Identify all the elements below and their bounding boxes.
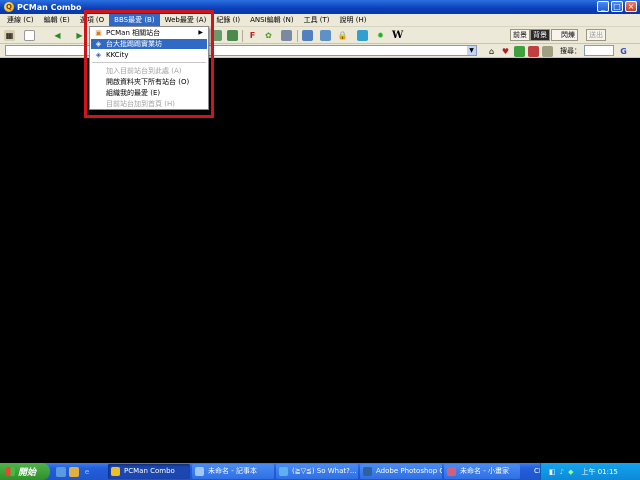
task-list: PCMan Combo 未命名 - 記事本 (≧▽≦) So What?... …: [108, 464, 522, 479]
browser-icon: [279, 467, 288, 476]
menu-history[interactable]: 紀錄 (I): [211, 14, 245, 26]
network-icon[interactable]: ◧: [549, 468, 556, 476]
task-label: PCMan Combo: [124, 467, 175, 475]
lock-icon[interactable]: 🔒: [337, 30, 348, 41]
volume-icon[interactable]: ♪: [560, 468, 564, 476]
task-label: 未命名 - 小畫家: [460, 467, 509, 475]
foreground-button[interactable]: 前景: [510, 29, 530, 41]
window-icon[interactable]: [320, 30, 331, 41]
window-title: PCMan Combo: [17, 2, 82, 12]
menu-connection[interactable]: 連線 (C): [2, 14, 39, 26]
refresh-icon[interactable]: [514, 46, 525, 57]
folder-icon[interactable]: [69, 466, 79, 477]
blink-toggle[interactable]: 閃爍: [551, 29, 578, 41]
maximize-button[interactable]: □: [611, 1, 623, 12]
menu-ansi-edit[interactable]: ANSI編輯 (N): [245, 14, 298, 26]
search-label: 搜尋：: [560, 47, 581, 55]
connect-icon[interactable]: ▦: [4, 30, 15, 41]
send-button[interactable]: 送出: [586, 29, 606, 41]
app-icon: [111, 467, 120, 476]
paint-icon: [447, 467, 456, 476]
gear-icon[interactable]: ✿: [263, 30, 274, 41]
task-label: (≧▽≦) So What?...: [292, 467, 357, 475]
quick-launch: e: [56, 466, 92, 477]
close-button[interactable]: ×: [625, 1, 637, 12]
task-browser[interactable]: (≧▽≦) So What?...: [276, 464, 358, 479]
star-icon[interactable]: ✹: [375, 30, 386, 41]
security-icon[interactable]: ◆: [568, 468, 573, 476]
windows-logo-icon: [6, 467, 15, 476]
photoshop-icon: [363, 467, 372, 476]
grid-icon[interactable]: [281, 30, 292, 41]
favorites-icon[interactable]: ♥: [500, 46, 511, 57]
start-label: 開始: [18, 468, 37, 478]
task-photoshop[interactable]: Adobe Photoshop C...: [360, 464, 442, 479]
save-icon[interactable]: [227, 30, 238, 41]
menu-edit[interactable]: 編輯 (E): [39, 14, 75, 26]
menu-help[interactable]: 說明 (H): [335, 14, 372, 26]
task-notepad[interactable]: 未命名 - 記事本: [192, 464, 274, 479]
status-strip: [0, 454, 640, 463]
google-search-icon[interactable]: G: [618, 46, 629, 57]
taskbar: 開始 e PCMan Combo 未命名 - 記事本 (≧▽≦) So What…: [0, 463, 640, 480]
highlight-annotation-box: [84, 10, 214, 118]
minimize-button[interactable]: _: [597, 1, 609, 12]
task-paint[interactable]: 未命名 - 小畫家: [444, 464, 520, 479]
menu-tools[interactable]: 工具 (T): [299, 14, 335, 26]
new-icon[interactable]: [24, 30, 35, 41]
task-pcman[interactable]: PCMan Combo: [108, 464, 190, 479]
print-icon[interactable]: [542, 46, 553, 57]
app-icon: Q: [4, 2, 14, 12]
monitor-icon[interactable]: [302, 30, 313, 41]
background-button[interactable]: 背景: [530, 29, 550, 41]
terminal-icon[interactable]: [357, 30, 368, 41]
ie-icon[interactable]: e: [82, 467, 92, 477]
system-tray: ◧ ♪ ◆ 上午 01:15: [540, 463, 640, 480]
task-label: Adobe Photoshop C...: [376, 467, 442, 475]
stop-icon[interactable]: [528, 46, 539, 57]
notepad-icon: [195, 467, 204, 476]
w-button[interactable]: W: [392, 30, 403, 41]
home-icon[interactable]: ⌂: [486, 46, 497, 57]
blink-label: 閃爍: [561, 31, 575, 39]
search-input[interactable]: [584, 45, 614, 56]
clock: 上午 01:15: [581, 467, 618, 476]
show-desktop-icon[interactable]: [56, 466, 66, 477]
f-button[interactable]: F: [247, 30, 258, 41]
back-arrow-icon[interactable]: ◀: [52, 30, 63, 41]
chevron-down-icon[interactable]: ▼: [467, 46, 476, 55]
start-button[interactable]: 開始: [0, 463, 50, 480]
task-label: 未命名 - 記事本: [208, 467, 257, 475]
address-input[interactable]: ▼: [5, 45, 477, 56]
